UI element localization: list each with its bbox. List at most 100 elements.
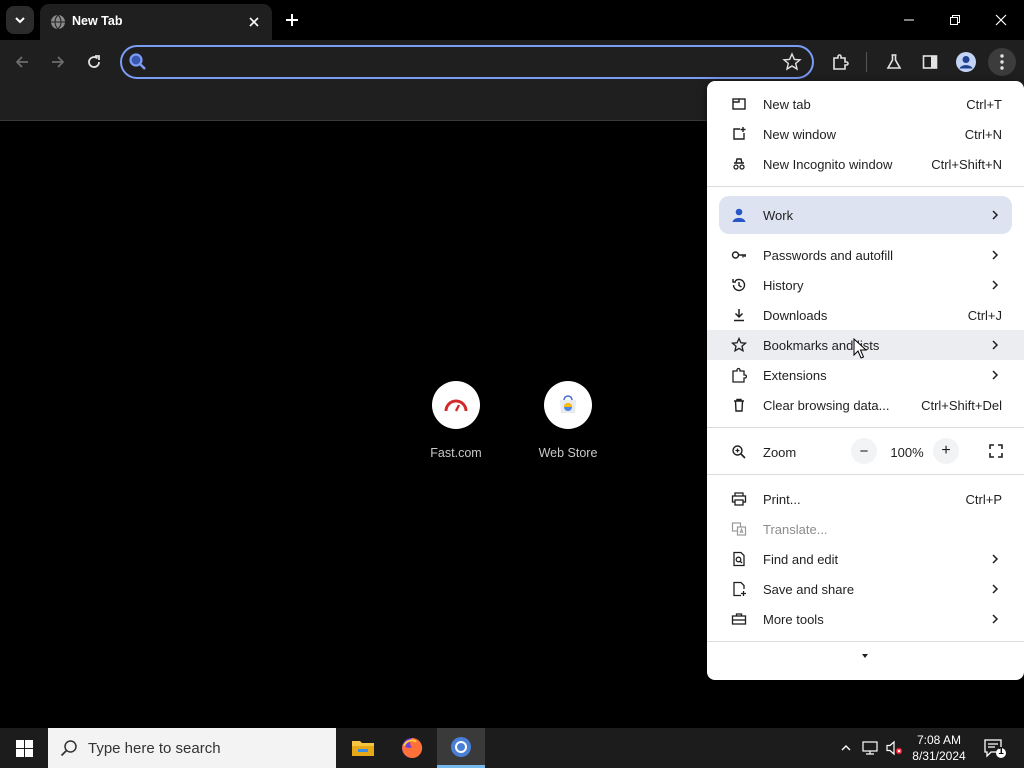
menu-item-new-tab[interactable]: New tab Ctrl+T: [707, 89, 1024, 119]
menu-item-clear-browsing-data[interactable]: Clear browsing data... Ctrl+Shift+Del: [707, 390, 1024, 420]
network-button[interactable]: [860, 738, 880, 758]
shortcut-web-store[interactable]: Web Store: [523, 381, 613, 460]
menu-item-new-incognito[interactable]: New Incognito window Ctrl+Shift+N: [707, 149, 1024, 179]
folder-icon: [352, 741, 374, 756]
firefox-icon: [402, 737, 423, 758]
menu-item-profile[interactable]: Work: [719, 196, 1012, 234]
menu-item-label: New tab: [763, 97, 811, 112]
arrow-right-icon: [52, 56, 65, 68]
reload-button[interactable]: [80, 48, 108, 76]
translate-icon: [731, 522, 747, 536]
menu-item-find-and-edit[interactable]: Find and edit: [707, 544, 1024, 574]
menu-item-extensions[interactable]: Extensions: [707, 360, 1024, 390]
zoom-in-button[interactable]: +: [933, 438, 959, 464]
chevron-right-icon: [992, 614, 999, 624]
tab-new-tab[interactable]: New Tab: [40, 4, 272, 40]
expand-more-icon[interactable]: [860, 652, 870, 660]
taskbar-file-explorer[interactable]: [339, 728, 387, 768]
minimize-icon: [904, 19, 914, 21]
omnibox[interactable]: [120, 45, 814, 79]
menu-item-save-and-share[interactable]: Save and share: [707, 574, 1024, 604]
menu-item-label: Passwords and autofill: [763, 248, 894, 263]
fullscreen-button[interactable]: [983, 438, 1009, 464]
back-button[interactable]: [8, 48, 36, 76]
key-icon: [731, 251, 746, 259]
menu-item-label: New Incognito window: [763, 157, 893, 172]
taskbar-search-box[interactable]: Type here to search: [48, 728, 336, 768]
plus-icon: [286, 14, 298, 26]
trash-icon: [734, 398, 744, 412]
search-icon: [129, 53, 146, 70]
notification-center-button[interactable]: 1: [982, 736, 1006, 760]
puzzle-icon: [732, 367, 747, 383]
arrow-left-icon: [15, 56, 28, 68]
volume-button[interactable]: [884, 738, 904, 758]
close-window-button[interactable]: [978, 0, 1024, 40]
forward-button[interactable]: [44, 48, 72, 76]
chevron-right-icon: [992, 584, 999, 594]
minimize-button[interactable]: [886, 0, 932, 40]
speedometer-icon: [444, 399, 468, 412]
menu-separator: [707, 427, 1024, 428]
menu-item-passwords[interactable]: Passwords and autofill: [707, 240, 1024, 270]
start-button[interactable]: [0, 728, 48, 768]
chevron-up-icon: [841, 745, 851, 751]
tab-strip: New Tab: [0, 0, 1024, 40]
menu-item-shortcut: Ctrl+J: [967, 308, 1002, 323]
shortcut-icon-tile: [544, 381, 592, 429]
kebab-menu-icon: [1000, 54, 1004, 70]
profile-button[interactable]: [952, 48, 980, 76]
shortcut-fast-com[interactable]: Fast.com: [411, 381, 501, 460]
download-icon: [734, 309, 744, 322]
chrome-icon: [451, 736, 471, 757]
menu-item-label: Zoom: [763, 445, 797, 460]
menu-separator: [707, 186, 1024, 187]
incognito-icon: [733, 158, 745, 170]
address-input[interactable]: [156, 53, 756, 71]
menu-item-history[interactable]: History: [707, 270, 1024, 300]
flask-icon: [886, 54, 902, 69]
shortcut-icon-tile: [432, 381, 480, 429]
show-hidden-icons-button[interactable]: [836, 738, 856, 758]
labs-button[interactable]: [880, 48, 908, 76]
toolbox-icon: [731, 613, 747, 625]
taskbar-firefox[interactable]: [388, 728, 436, 768]
tab-search-button[interactable]: [6, 6, 34, 34]
chevron-right-icon: [992, 370, 999, 380]
shortcut-label: Web Store: [538, 446, 598, 460]
find-in-page-icon: [733, 551, 745, 567]
menu-item-print[interactable]: Print... Ctrl+P: [707, 484, 1024, 514]
chrome-menu-button[interactable]: [988, 48, 1016, 76]
star-icon: [731, 337, 747, 353]
menu-item-translate[interactable]: Translate...: [707, 514, 1024, 544]
menu-separator: [707, 474, 1024, 475]
web-store-icon: [560, 395, 576, 413]
restore-button[interactable]: [932, 0, 978, 40]
star-icon[interactable]: [782, 52, 802, 72]
new-tab-button[interactable]: [280, 8, 304, 32]
menu-item-shortcut: Ctrl+Shift+Del: [921, 398, 1002, 413]
avatar-icon: [956, 52, 976, 72]
taskbar-clock[interactable]: 7:08 AM 8/31/2024: [904, 732, 974, 764]
menu-item-label: Find and edit: [763, 552, 839, 567]
zoom-icon: [732, 445, 746, 459]
menu-item-new-window[interactable]: New window Ctrl+N: [707, 119, 1024, 149]
menu-item-shortcut: Ctrl+Shift+N: [931, 157, 1002, 172]
close-icon: [249, 17, 259, 27]
extensions-button[interactable]: [826, 48, 854, 76]
menu-item-more-tools[interactable]: More tools: [707, 604, 1024, 634]
menu-item-downloads[interactable]: Downloads Ctrl+J: [707, 300, 1024, 330]
zoom-out-button[interactable]: −: [851, 438, 877, 464]
printer-icon: [731, 492, 747, 506]
close-tab-button[interactable]: [244, 12, 264, 32]
zoom-level: 100%: [890, 445, 924, 460]
shortcut-label: Fast.com: [430, 446, 482, 460]
close-icon: [995, 14, 1007, 26]
menu-item-label: Clear browsing data...: [763, 398, 890, 413]
new-tab-icon: [732, 98, 746, 110]
menu-item-shortcut: Ctrl+T: [966, 97, 1002, 112]
menu-item-shortcut: Ctrl+N: [964, 127, 1002, 142]
taskbar-chrome[interactable]: [437, 728, 485, 768]
side-panel-button[interactable]: [916, 48, 944, 76]
history-icon: [732, 278, 746, 292]
